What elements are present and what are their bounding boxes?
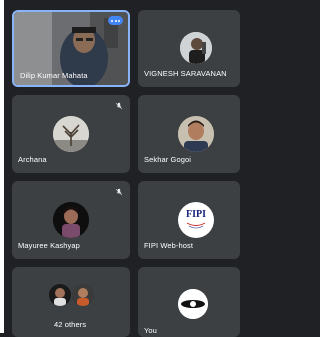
participant-name: FIPI Web-host: [144, 241, 194, 250]
participant-name: Archana: [18, 155, 47, 164]
participant-name: You: [144, 326, 157, 335]
avatar: [53, 116, 89, 152]
participant-name: Dilip Kumar Mahata: [20, 71, 88, 80]
mic-off-icon: [115, 188, 123, 196]
avatar: [178, 116, 214, 152]
more-options-icon: [111, 19, 113, 22]
others-tile[interactable]: 42 others: [12, 267, 130, 337]
avatar: [72, 284, 94, 306]
participant-tile[interactable]: Archana: [12, 95, 130, 173]
participant-tile[interactable]: FIPI FIPI Web-host: [138, 181, 240, 259]
participant-name: VIGNESH SARAVANAN: [144, 69, 227, 78]
fipi-logo: FIPI: [178, 202, 214, 238]
participant-name: Mayuree Kashyap: [18, 241, 80, 250]
participant-name: Sekhar Gogoi: [144, 155, 192, 164]
avatar: [49, 284, 71, 306]
left-edge-panel: [0, 0, 4, 333]
participant-tile[interactable]: Mayuree Kashyap: [12, 181, 130, 259]
participant-tile-video[interactable]: Dilip Kumar Mahata: [12, 10, 130, 87]
avatar: [180, 32, 212, 64]
avatar: [53, 202, 89, 238]
avatar: [178, 289, 208, 319]
participant-tile[interactable]: Sekhar Gogoi: [138, 95, 240, 173]
mic-off-icon: [115, 102, 123, 110]
participant-tile[interactable]: VIGNESH SARAVANAN: [138, 10, 240, 87]
participant-name: 42 others: [54, 320, 87, 329]
participant-tile-self[interactable]: You: [138, 267, 240, 337]
more-options-button[interactable]: [108, 16, 123, 25]
